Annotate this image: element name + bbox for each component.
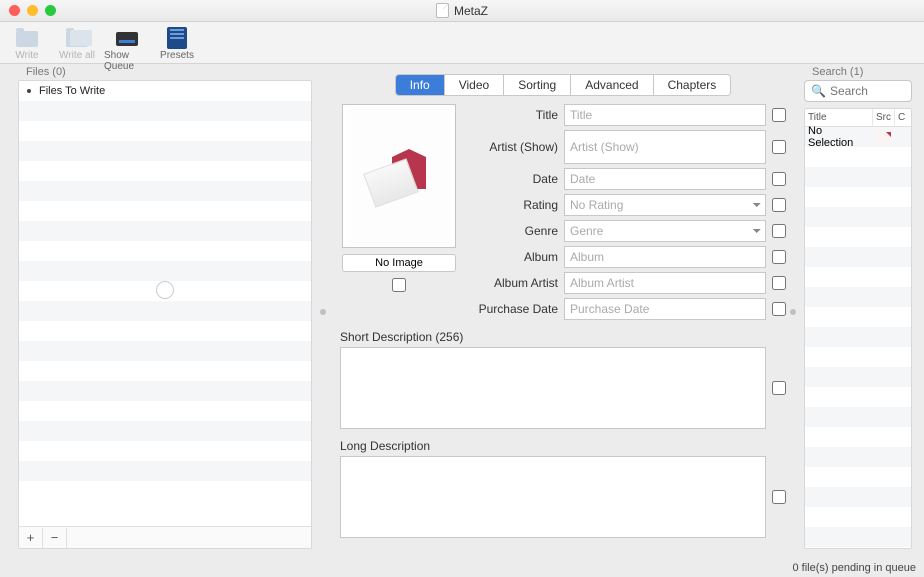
- title-field[interactable]: [564, 104, 766, 126]
- status-text: 0 file(s) pending in queue: [792, 562, 916, 574]
- rating-label: Rating: [470, 198, 558, 212]
- genre-select[interactable]: Genre: [564, 220, 766, 242]
- src-icon: [877, 132, 891, 142]
- remove-button[interactable]: −: [43, 528, 67, 548]
- genre-label: Genre: [470, 224, 558, 238]
- tab-sorting[interactable]: Sorting: [504, 75, 571, 95]
- folder-icon: [16, 31, 38, 47]
- artwork-checkbox[interactable]: [392, 278, 406, 292]
- genre-checkbox[interactable]: [772, 224, 786, 238]
- spinner-icon: [156, 281, 174, 299]
- short-desc-label: Short Description (256): [340, 330, 786, 344]
- album-checkbox[interactable]: [772, 250, 786, 264]
- long-desc-label: Long Description: [340, 439, 786, 453]
- short-desc-checkbox[interactable]: [772, 381, 786, 395]
- document-icon: [436, 3, 449, 18]
- minimize-icon[interactable]: [27, 5, 38, 16]
- album-field[interactable]: [564, 246, 766, 268]
- purchase-date-field[interactable]: [564, 298, 766, 320]
- tag-icon: [364, 141, 434, 211]
- date-checkbox[interactable]: [772, 172, 786, 186]
- col-src[interactable]: Src: [873, 109, 895, 126]
- window-title: MetaZ: [454, 4, 488, 18]
- title-checkbox[interactable]: [772, 108, 786, 122]
- no-image-button[interactable]: No Image: [342, 254, 456, 272]
- search-input[interactable]: [830, 84, 924, 98]
- titlebar: MetaZ: [0, 0, 924, 22]
- tab-info[interactable]: Info: [396, 75, 445, 95]
- folders-icon: [66, 31, 88, 47]
- date-field[interactable]: [564, 168, 766, 190]
- results-body[interactable]: No Selection: [805, 127, 911, 547]
- tabs: Info Video Sorting Advanced Chapters: [340, 74, 786, 96]
- artwork-well[interactable]: [342, 104, 456, 248]
- window-controls: [9, 5, 56, 16]
- artist-checkbox[interactable]: [772, 140, 786, 154]
- purchase-date-label: Purchase Date: [470, 302, 558, 316]
- queue-icon: [116, 32, 138, 46]
- artist-label: Artist (Show): [470, 140, 558, 154]
- long-desc-checkbox[interactable]: [772, 490, 786, 504]
- rating-select[interactable]: No Rating: [564, 194, 766, 216]
- title-label: Title: [470, 108, 558, 122]
- col-c[interactable]: C: [895, 109, 911, 126]
- files-header[interactable]: Files To Write: [19, 81, 311, 101]
- long-desc-field[interactable]: [340, 456, 766, 538]
- album-artist-checkbox[interactable]: [772, 276, 786, 290]
- tab-video[interactable]: Video: [445, 75, 504, 95]
- date-label: Date: [470, 172, 558, 186]
- result-row: No Selection: [805, 127, 911, 147]
- add-button[interactable]: +: [19, 528, 43, 548]
- files-rows[interactable]: Files To Write: [19, 81, 311, 526]
- short-desc-field[interactable]: [340, 347, 766, 429]
- close-icon[interactable]: [9, 5, 20, 16]
- search-label: Search (1): [804, 64, 912, 80]
- tab-chapters[interactable]: Chapters: [654, 75, 731, 95]
- results-list: Title Src C No Selection: [804, 108, 912, 549]
- album-label: Album: [470, 250, 558, 264]
- tab-advanced[interactable]: Advanced: [571, 75, 653, 95]
- presets-button[interactable]: Presets: [154, 24, 200, 61]
- rating-checkbox[interactable]: [772, 198, 786, 212]
- toolbar: Write Write all Show Queue Presets: [0, 22, 924, 64]
- status-bar: 0 file(s) pending in queue: [0, 559, 924, 577]
- presets-icon: [167, 27, 187, 49]
- artist-field[interactable]: [564, 130, 766, 164]
- files-list: Files To Write + −: [18, 80, 312, 549]
- col-title[interactable]: Title: [805, 109, 873, 126]
- purchase-date-checkbox[interactable]: [772, 302, 786, 316]
- files-label: Files (0): [18, 64, 312, 80]
- fullscreen-icon[interactable]: [45, 5, 56, 16]
- album-artist-field[interactable]: [564, 272, 766, 294]
- write-all-button[interactable]: Write all: [54, 24, 100, 61]
- album-artist-label: Album Artist: [470, 276, 558, 290]
- search-box[interactable]: 🔍: [804, 80, 912, 102]
- search-icon: 🔍: [811, 84, 826, 98]
- write-button[interactable]: Write: [4, 24, 50, 61]
